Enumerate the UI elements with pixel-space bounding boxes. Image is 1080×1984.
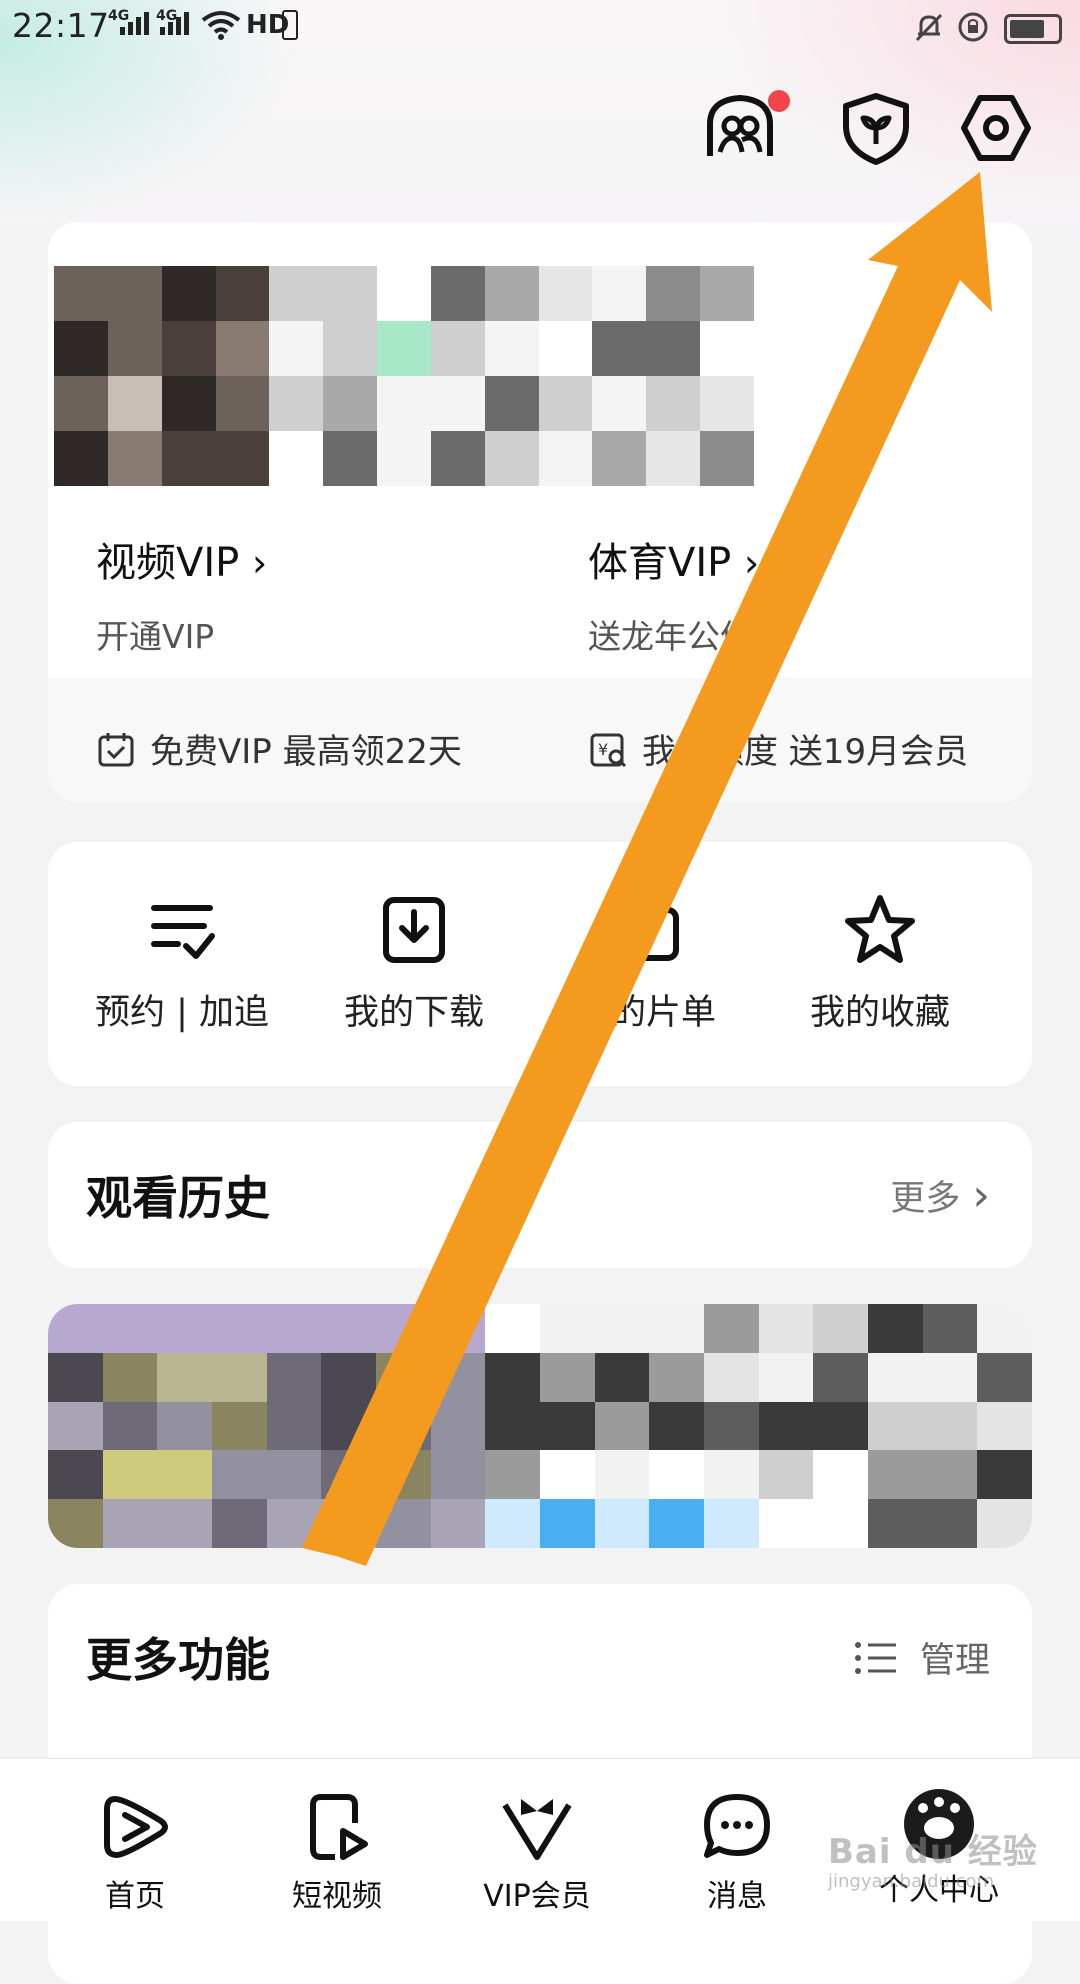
quick-action-label: 我的片单 — [575, 993, 716, 1033]
nav-item-home[interactable]: 首页 — [60, 1789, 210, 1915]
quick-action-favorites[interactable]: 我的收藏 — [770, 892, 990, 1035]
video-vip-entry[interactable]: 视频VIP › 开通VIP — [96, 530, 267, 658]
list-icon — [854, 1641, 896, 1674]
quick-action-playlist[interactable]: 我的片单 — [536, 892, 756, 1035]
quick-action-label: 我的收藏 — [809, 993, 950, 1033]
free-vip-text: 免费VIP 最高领22天 — [150, 732, 462, 772]
hd-sim-icon — [282, 10, 298, 40]
status-time: 22:17 — [12, 6, 110, 45]
watch-history-card: 观看历史 更多 › — [48, 1122, 1032, 1268]
history-more-label: 更多 — [890, 1179, 961, 1219]
video-vip-subtitle: 开通VIP — [96, 617, 215, 656]
home-play-icon — [104, 1796, 168, 1858]
manage-link[interactable]: 管理 — [854, 1632, 990, 1683]
video-vip-title: 视频VIP — [96, 540, 240, 586]
nav-label: 消息 — [707, 1879, 767, 1914]
notification-badge — [768, 90, 790, 112]
profile-avatar-pixelated[interactable] — [54, 266, 754, 486]
rotation-lock-icon — [958, 12, 988, 42]
chevron-right-icon: › — [252, 541, 268, 585]
nav-label: 首页 — [105, 1879, 165, 1914]
short-video-icon — [310, 1794, 368, 1860]
history-thumbnail-pixelated[interactable] — [48, 1304, 1032, 1548]
mute-bell-icon — [915, 13, 943, 42]
vip-icon — [502, 1799, 572, 1860]
quick-action-reserve[interactable]: 预约 | 加追 — [72, 892, 292, 1035]
free-vip-link[interactable]: 免费VIP 最高领22天 — [96, 724, 462, 773]
watermark-url: jingyan.baidu.com — [828, 1871, 995, 1892]
quick-action-label: 预约 | 加追 — [94, 993, 270, 1033]
nav-item-vip[interactable]: VIP会员 — [462, 1789, 612, 1915]
my-quota-link[interactable]: ¥ 我的额度 送19月会员 — [588, 724, 968, 773]
star-icon — [845, 895, 915, 963]
nav-item-messages[interactable]: 消息 — [662, 1789, 812, 1915]
shield-icon[interactable] — [836, 88, 916, 168]
vip-card: 视频VIP › 开通VIP 体育VIP › 送龙年公仔 免费VIP 最高领22天… — [48, 222, 1032, 802]
checklist-icon — [151, 905, 215, 959]
download-icon — [383, 897, 445, 963]
settings-icon[interactable] — [956, 88, 1036, 168]
signal-icon-1 — [120, 12, 149, 35]
vip-benefits-row: 免费VIP 最高领22天 ¥ 我的额度 送19月会员 — [48, 678, 1032, 802]
status-bar: 22:17 4G 4G HD — [0, 0, 1080, 56]
quick-actions-card: 预约 | 加追 我的下载 我的片单 我的收藏 — [48, 842, 1032, 1086]
playlist-icon — [613, 897, 679, 961]
nav-item-short-video[interactable]: 短视频 — [262, 1789, 412, 1915]
quick-action-download[interactable]: 我的下载 — [304, 892, 524, 1035]
history-thumbnails — [48, 1304, 1032, 1548]
sports-vip-entry[interactable]: 体育VIP › 送龙年公仔 — [588, 530, 759, 658]
watch-history-title: 观看历史 — [86, 1171, 270, 1225]
my-quota-text: 我的额度 送19月会员 — [642, 732, 969, 772]
svg-text:¥: ¥ — [598, 740, 608, 759]
history-more-link[interactable]: 更多 › — [890, 1170, 990, 1221]
nav-label: 短视频 — [292, 1879, 382, 1914]
quick-action-label: 我的下载 — [343, 993, 484, 1033]
manage-label: 管理 — [919, 1641, 990, 1681]
nav-label: VIP会员 — [483, 1879, 591, 1914]
wifi-icon — [201, 11, 241, 40]
signal-icon-2 — [160, 12, 189, 35]
message-icon — [704, 1794, 770, 1858]
chevron-right-icon: › — [744, 541, 760, 585]
calendar-check-icon — [98, 732, 134, 766]
baidu-jingyan-watermark: Bai du 经验 jingyan.baidu.com — [828, 1824, 1038, 1892]
chevron-right-icon: › — [972, 1170, 990, 1221]
sports-vip-subtitle: 送龙年公仔 — [588, 617, 753, 656]
coupon-search-icon: ¥ — [590, 733, 627, 767]
more-functions-title: 更多功能 — [86, 1633, 270, 1687]
sports-vip-title: 体育VIP — [588, 540, 732, 586]
watermark-brand: Bai du 经验 — [828, 1832, 1038, 1872]
battery-icon — [1004, 14, 1062, 44]
